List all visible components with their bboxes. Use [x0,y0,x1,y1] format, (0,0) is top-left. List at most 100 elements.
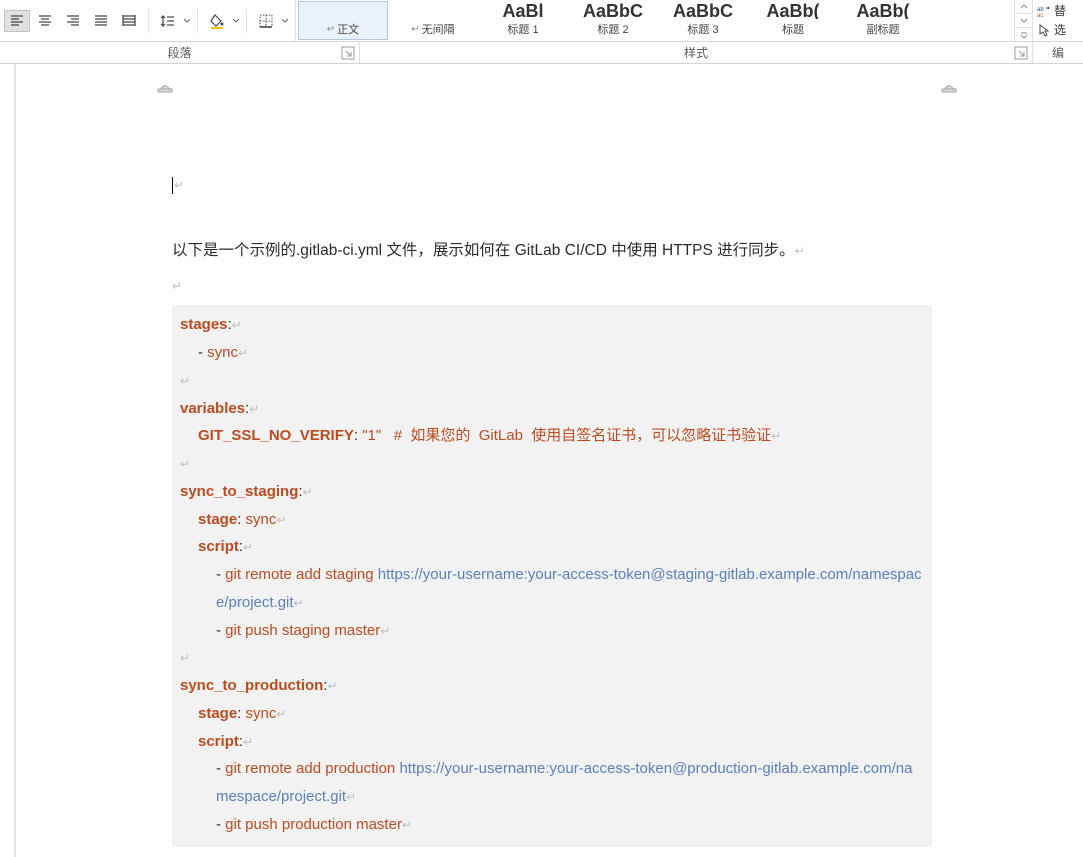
margin-handle-right[interactable] [940,84,958,94]
align-justify-button[interactable] [88,10,114,32]
code-block[interactable]: stages:↵ - sync↵ ↵ variables:↵ GIT_SSL_N… [172,305,932,846]
code-value: git push production master [225,816,402,833]
code-value: git push staging master [225,622,380,639]
document-content[interactable]: ↵ 以下是一个示例的.gitlab-ci.yml 文件，展示如何在 GitLab… [172,176,932,857]
style-item-1[interactable]: ↵无间隔 [388,1,478,40]
style-preview: AaBb( [857,2,910,19]
code-line[interactable]: ↵ [180,644,924,672]
style-item-3[interactable]: AaBbC 标题 2 [568,1,658,40]
code-key: variables [180,400,245,417]
code-line[interactable]: script:↵ [180,533,924,561]
style-preview: AaBl [502,2,543,19]
align-center-button[interactable] [32,10,58,32]
select-button[interactable]: 选 [1037,21,1066,38]
paragraph-group [0,0,296,41]
distributed-button[interactable] [116,10,142,32]
style-item-4[interactable]: AaBbC 标题 3 [658,1,748,40]
dropdown-arrow-icon[interactable] [232,10,240,32]
page: ↵ 以下是一个示例的.gitlab-ci.yml 文件，展示如何在 GitLab… [16,64,1083,857]
ribbon: ↵正文 ↵无间隔 AaBl 标题 1 AaBbC 标题 2 AaBbC 标题 3 AaBb(标题… [0,0,1083,42]
paragraph-mark-icon: ↵ [232,318,242,332]
code-line[interactable]: - sync↵ [180,339,924,367]
intro-paragraph[interactable]: 以下是一个示例的.gitlab-ci.yml 文件，展示如何在 GitLab C… [172,236,932,265]
line-spacing-button[interactable] [155,10,181,32]
code-value: git remote add production [225,760,395,777]
code-line[interactable]: stage: sync↵ [180,700,924,728]
code-line[interactable]: ↵ [180,367,924,395]
code-key: stage [198,705,237,722]
empty-line[interactable]: ↵ [172,277,932,297]
paragraph-mark-icon: ↵ [411,24,419,35]
borders-button[interactable] [253,10,279,32]
style-label-text: ↵无间隔 [411,21,454,37]
style-gallery: ↵正文 ↵无间隔 AaBl 标题 1 AaBbC 标题 2 AaBbC 标题 3 AaBb(标题… [296,0,1014,41]
style-item-0[interactable]: ↵正文 [298,1,388,40]
editing-label-text: 编 [1052,44,1064,61]
select-label: 选 [1054,21,1066,38]
gallery-up-button[interactable] [1015,0,1032,13]
paragraph-group-label: 段落 [0,42,360,63]
ribbon-group-labels: 段落 样式 编 [0,42,1083,64]
replace-button[interactable]: abac 替 [1037,2,1066,19]
style-item-5[interactable]: AaBb(标题 [748,1,838,40]
replace-label: 替 [1054,2,1066,19]
shading-button[interactable] [204,10,230,32]
paragraph-dialog-launcher[interactable] [341,46,355,60]
code-line[interactable]: - git push staging master↵ [180,617,924,645]
code-value: git remote add staging [225,566,373,583]
code-key: sync_to_staging [180,483,298,500]
style-preview: AaBb( [767,2,820,19]
editing-group: abac 替 选 [1033,0,1083,41]
code-line[interactable]: - git push production master↵ [180,811,924,839]
align-left-button[interactable] [4,10,30,32]
style-preview: AaBbC [673,2,733,19]
code-key: script [198,733,239,750]
style-label-text: 标题 3 [687,21,718,37]
paragraph-mark-icon: ↵ [174,178,184,192]
code-key: stages [180,316,228,333]
code-key: stage [198,511,237,528]
code-value: sync [207,344,238,361]
align-right-button[interactable] [60,10,86,32]
style-label-text: ↵正文 [327,21,359,37]
styles-dialog-launcher[interactable] [1014,46,1028,60]
code-line[interactable]: sync_to_staging:↵ [180,478,924,506]
code-line[interactable]: script:↵ [180,728,924,756]
style-label-text: 标题 2 [597,21,628,37]
code-line[interactable]: - git remote add production https://your… [180,755,924,811]
code-line[interactable]: variables:↵ [180,395,924,423]
code-line[interactable]: GIT_SSL_NO_VERIFY: "1" # 如果您的 GitLab 使用自… [180,422,924,450]
styles-group-label: 样式 [360,42,1033,63]
code-line[interactable]: ↵ [180,450,924,478]
paragraph-mark-icon: ↵ [172,279,182,293]
paragraph-label-text: 段落 [167,44,191,61]
code-value: sync [246,511,277,528]
editing-group-label: 编 [1033,42,1083,63]
style-item-2[interactable]: AaBl 标题 1 [478,1,568,40]
dropdown-arrow-icon[interactable] [183,10,191,32]
style-gallery-more [1014,0,1032,41]
style-item-6[interactable]: AaBb( 副标题 [838,1,928,40]
code-key: GIT_SSL_NO_VERIFY [198,427,354,444]
styles-label-text: 样式 [684,44,708,61]
paragraph-mark-icon: ↵ [327,24,335,35]
paragraph-mark-icon: ↵ [795,244,805,258]
code-line[interactable]: stages:↵ [180,311,924,339]
style-label-text: 副标题 [867,21,900,37]
document-area[interactable]: ↵ 以下是一个示例的.gitlab-ci.yml 文件，展示如何在 GitLab… [0,64,1083,857]
dropdown-arrow-icon[interactable] [281,10,289,32]
separator [197,9,198,33]
style-label-text: 标题 1 [507,21,538,37]
code-key: script [198,538,239,555]
code-line[interactable]: stage: sync↵ [180,506,924,534]
code-comment: # 如果您的 GitLab 使用自签名证书，可以忽略证书验证 [394,427,772,444]
empty-line[interactable]: ↵ [172,176,932,196]
margin-handle-left[interactable] [156,84,174,94]
style-preview: AaBbC [583,2,643,19]
code-line[interactable]: sync_to_production:↵ [180,672,924,700]
separator [148,9,149,33]
gallery-down-button[interactable] [1015,13,1032,27]
gallery-expand-button[interactable] [1015,27,1032,41]
code-line[interactable]: - git remote add staging https://your-us… [180,561,924,617]
code-value: sync [246,705,277,722]
